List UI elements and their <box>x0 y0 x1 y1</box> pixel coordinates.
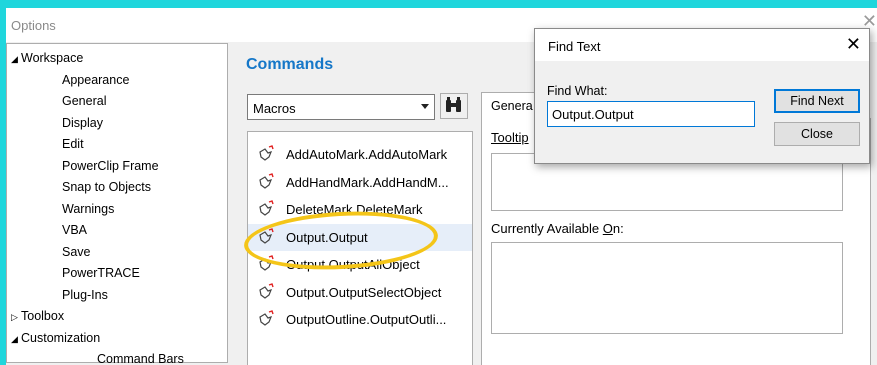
category-dropdown[interactable]: Macros <box>247 94 435 120</box>
tree-item-label: Display <box>62 115 103 130</box>
available-on-label: Currently Available On: <box>491 221 624 236</box>
find-what-input[interactable] <box>547 101 755 127</box>
expand-arrow-icon[interactable]: ▷ <box>11 312 21 323</box>
tree-item-label: Customization <box>21 330 101 345</box>
tree-item[interactable]: ▷ Toolbox <box>11 309 64 323</box>
find-text-dialog: Find Text ✕ Find What: Find Next Close <box>534 28 870 164</box>
command-label: OutputOutline.OutputOutli... <box>286 312 447 327</box>
macro-icon <box>259 172 274 189</box>
tree-item[interactable]: General <box>62 94 106 108</box>
command-list-item[interactable]: OutputOutline.OutputOutli... <box>248 306 472 333</box>
available-on-list[interactable] <box>491 242 843 334</box>
tree-item-label: General <box>62 94 107 108</box>
tree-item[interactable]: Edit <box>62 137 84 151</box>
commands-heading: Commands <box>246 56 334 73</box>
macro-icon <box>259 145 274 161</box>
tree-item[interactable]: Command Bars <box>97 352 184 365</box>
tree-item-label: VBA <box>62 223 88 237</box>
window-title: Options <box>11 18 56 33</box>
tab-general-label: Genera <box>491 99 533 113</box>
tree-item[interactable]: Save <box>62 245 91 259</box>
tree-item-label: Toolbox <box>21 309 65 323</box>
tree-item-label: Plug-Ins <box>62 287 108 302</box>
find-button[interactable] <box>440 93 468 119</box>
available-on-underline: O <box>602 221 613 236</box>
tree-item[interactable]: Display <box>62 116 103 130</box>
macro-icon <box>259 200 274 216</box>
tree-item-label: Save <box>62 244 91 259</box>
tree-item[interactable]: Plug-Ins <box>62 288 108 302</box>
tree-item-label: Command Bars <box>97 352 184 365</box>
find-what-label: Find What: <box>547 84 608 98</box>
tree-item[interactable]: ◢ Workspace <box>11 51 83 65</box>
collapse-arrow-icon[interactable]: ◢ <box>11 54 21 65</box>
tree-item[interactable]: ◢ Customization <box>11 331 100 345</box>
tooltip-label: Tooltip <box>491 130 529 145</box>
tree-item-label: Edit <box>62 137 84 151</box>
category-dropdown-value: Macros <box>253 101 296 116</box>
available-on-suffix: n: <box>612 221 624 236</box>
command-list-item[interactable]: AddAutoMark.AddAutoMark <box>248 141 472 168</box>
tooltip-label-text: Tooltip <box>491 130 529 145</box>
tree-item-label: Workspace <box>21 51 84 65</box>
options-tree[interactable]: ◢ Workspace Appearance General Display Edit Po… <box>6 43 228 365</box>
close-button[interactable]: Close <box>774 122 860 146</box>
command-label: AddHandMark.AddHandM... <box>286 174 449 190</box>
command-label: Output.OutputSelectObject <box>286 284 442 300</box>
find-next-button[interactable]: Find Next <box>774 89 860 113</box>
tree-item-label: Appearance <box>62 72 130 87</box>
tree-item-label: PowerTRACE <box>62 266 140 280</box>
command-list-item[interactable]: AddHandMark.AddHandM... <box>248 169 472 196</box>
macro-icon <box>259 282 274 299</box>
tree-item-label: Snap to Objects <box>62 180 151 194</box>
tab-general[interactable]: Genera <box>481 92 537 119</box>
available-on-prefix: Currently Available <box>491 221 603 236</box>
tree-item-label: PowerClip Frame <box>62 158 159 173</box>
tree-item[interactable]: PowerTRACE <box>62 266 140 280</box>
find-dialog-title: Find Text <box>548 39 601 54</box>
tree-item[interactable]: Snap to Objects <box>62 180 151 194</box>
command-list-item[interactable]: Output.OutputSelectObject <box>248 279 472 306</box>
chevron-down-icon <box>421 104 429 109</box>
command-label: AddAutoMark.AddAutoMark <box>286 147 448 162</box>
tree-item[interactable]: VBA <box>62 223 87 237</box>
close-icon[interactable]: ✕ <box>846 34 861 55</box>
find-dialog-title-bar: Find Text ✕ <box>535 29 869 61</box>
tree-item[interactable]: Warnings <box>62 202 114 216</box>
tree-item[interactable]: Appearance <box>62 73 129 87</box>
tree-item-label: Warnings <box>62 201 115 216</box>
collapse-arrow-icon[interactable]: ◢ <box>11 334 21 345</box>
tree-item[interactable]: PowerClip Frame <box>62 159 159 173</box>
macro-icon <box>259 310 274 326</box>
binoculars-icon <box>446 97 461 112</box>
